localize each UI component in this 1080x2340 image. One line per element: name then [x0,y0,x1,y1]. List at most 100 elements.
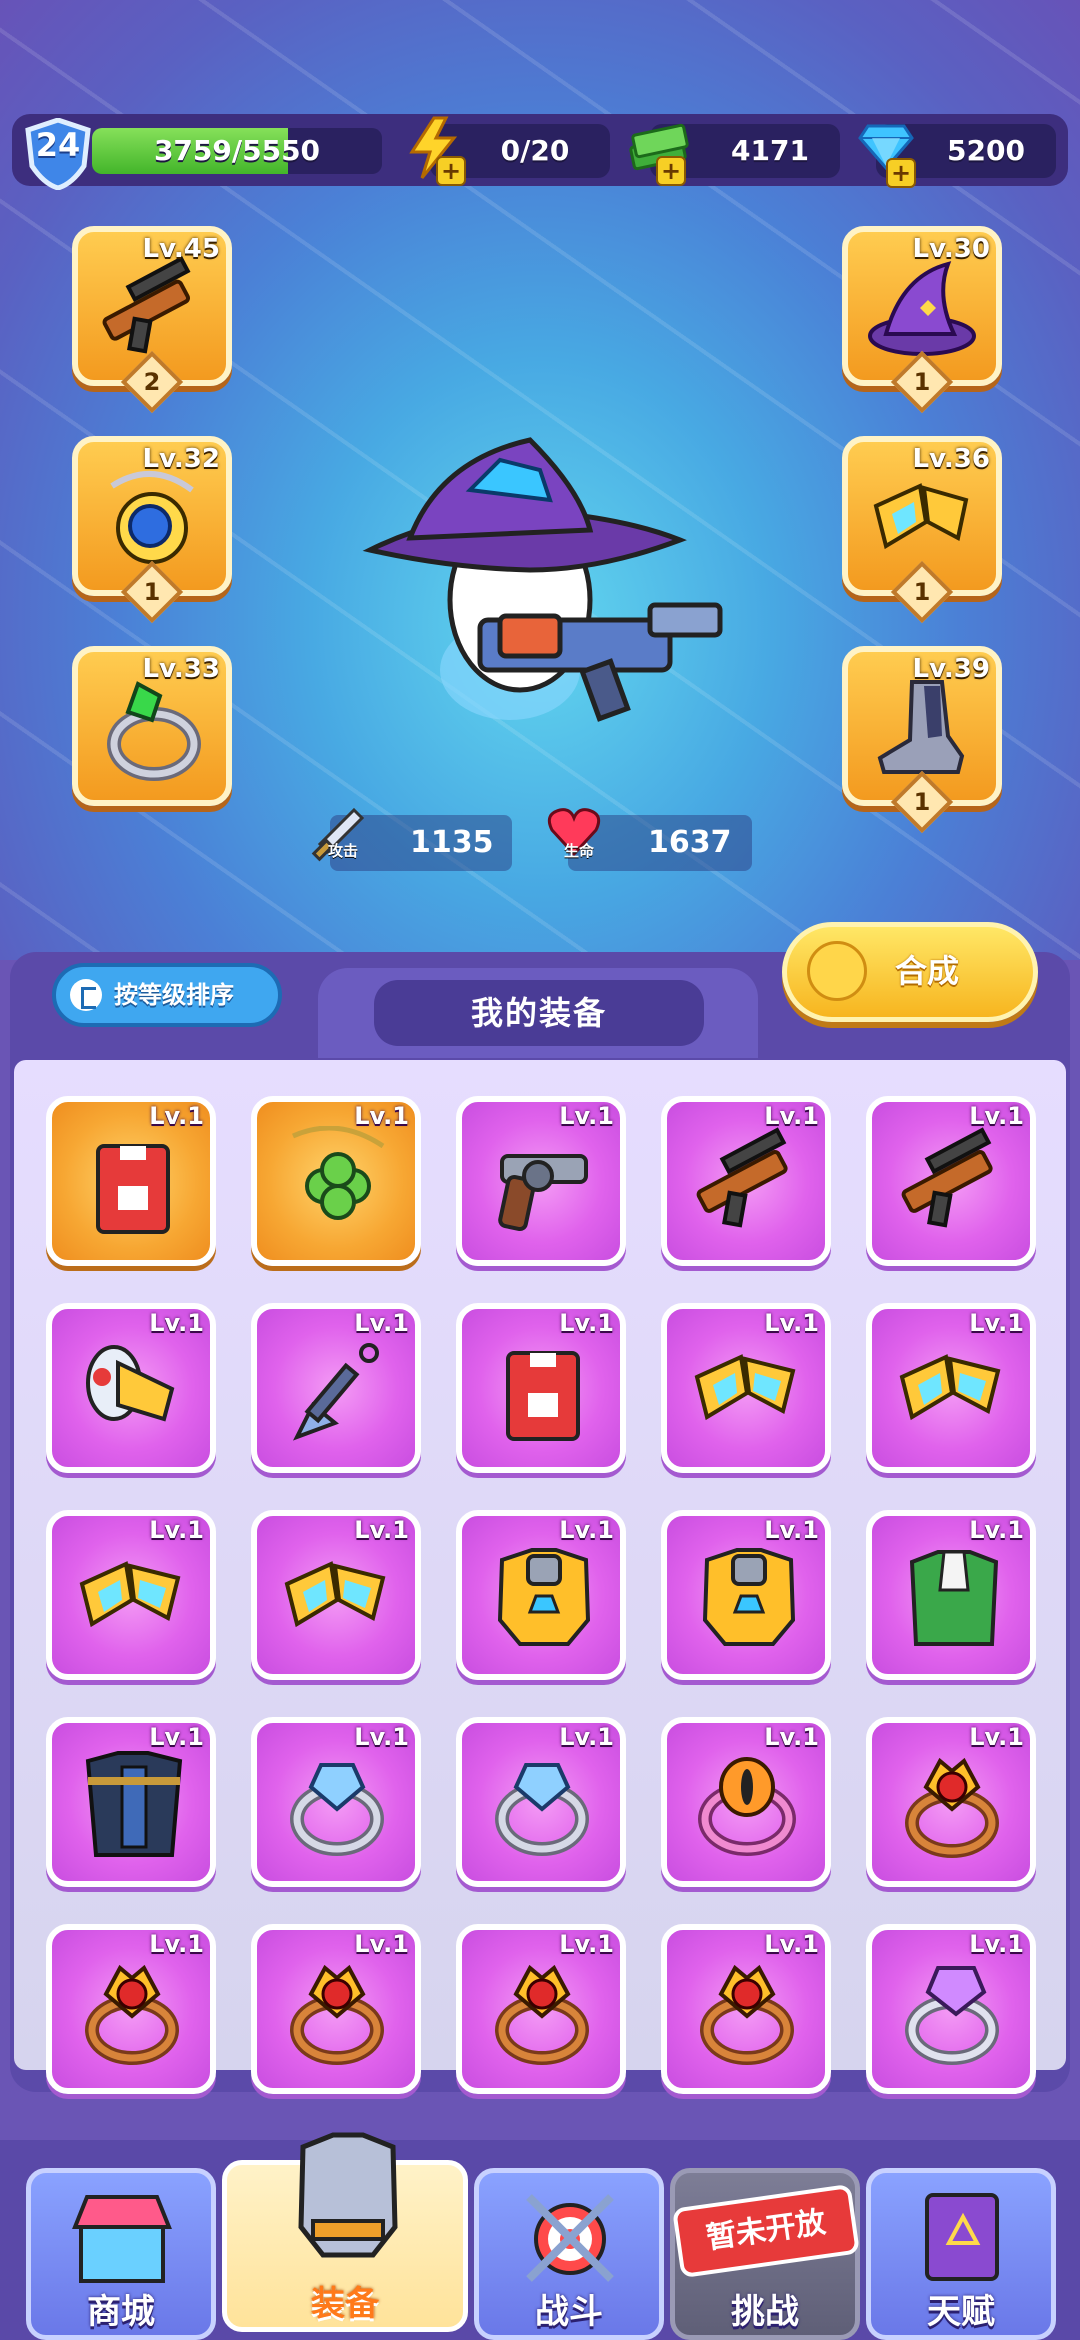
item-level: Lv.1 [559,1930,614,1958]
slot-level: Lv.39 [912,654,990,684]
player-level: 24 [35,126,81,164]
health-badge: 生命 [546,806,606,876]
nav-shop-label: 商城 [87,2292,155,2332]
inventory-item[interactable]: Lv.1 [251,1924,421,2094]
gem-add-button[interactable]: + [858,122,928,192]
shop-icon [72,2195,172,2283]
ruby-ring-icon [290,1964,384,2065]
item-level: Lv.1 [354,1930,409,1958]
inventory-item[interactable]: Lv.1 [251,1510,421,1680]
slot-level: Lv.30 [912,234,990,264]
inventory-item[interactable]: Lv.1 [866,1510,1036,1680]
slot-level: Lv.32 [142,444,220,474]
inventory-item[interactable]: Lv.1 [456,1717,626,1887]
revolver-icon [498,1154,588,1232]
item-level: Lv.1 [354,1102,409,1130]
item-level: Lv.1 [764,1930,819,1958]
inventory-item[interactable]: Lv.1 [46,1510,216,1680]
equip-slot-hat[interactable]: Lv.30 1 [842,226,1002,414]
inventory-item[interactable]: Lv.1 [661,1096,831,1266]
kunai-icon [292,1343,379,1441]
rifle-icon [696,1127,788,1228]
player-level-badge[interactable]: 24 [22,117,94,191]
rifle-icon [102,256,191,354]
inventory-item[interactable]: Lv.1 [456,1303,626,1473]
xp-bar: 3759/5550 [92,128,382,174]
item-level: Lv.1 [354,1723,409,1751]
plus-icon: + [656,156,686,186]
attack-label: 攻击 [328,842,359,860]
inventory-item[interactable]: Lv.1 [661,1303,831,1473]
inventory-item[interactable]: Lv.1 [46,1717,216,1887]
inventory-item[interactable]: Lv.1 [456,1510,626,1680]
inventory-item[interactable]: Lv.1 [866,1717,1036,1887]
target-icon [526,2194,614,2282]
amulet-icon [110,471,194,564]
merge-button[interactable]: 合成 [782,922,1038,1022]
inventory-item[interactable]: Lv.1 [661,1510,831,1680]
hero-character[interactable] [350,420,790,750]
item-level: Lv.1 [764,1723,819,1751]
inventory-item[interactable]: Lv.1 [251,1717,421,1887]
gem-value: 5200 [947,134,1025,167]
nav-talent-label: 天赋 [927,2292,995,2332]
attack-value: 1135 [410,825,494,860]
inventory-item[interactable]: Lv.1 [251,1303,421,1473]
equip-slot-goggles[interactable]: Lv.36 1 [842,436,1002,624]
inventory-item[interactable]: Lv.1 [456,1096,626,1266]
plus-icon: + [886,158,916,188]
goggles-icon [79,1561,181,1628]
nav-equipment[interactable]: 装备 [222,2132,468,2332]
amethyst-ring-icon [905,1966,999,2065]
armor-icon [497,1548,591,1646]
wizard-hat-icon [868,261,976,356]
nav-battle[interactable]: 战斗 [474,2168,664,2340]
energy-value: 0/20 [500,134,570,167]
xp-text: 3759/5550 [153,134,321,167]
merge-label: 合成 [895,952,960,990]
inventory-item[interactable]: Lv.1 [46,1096,216,1266]
ruby-ring-icon [495,1964,589,2065]
clover-necklace-icon [291,1126,385,1220]
item-level: Lv.1 [149,1309,204,1337]
item-level: Lv.1 [149,1102,204,1130]
item-level: Lv.1 [764,1309,819,1337]
item-level: Lv.1 [149,1930,204,1958]
inventory-item[interactable]: Lv.1 [661,1924,831,2094]
equip-slot-boots[interactable]: Lv.39 1 [842,646,1002,834]
jersey-icon [506,1351,580,1441]
nav-equipment-label: 装备 [311,2284,379,2324]
nav-shop[interactable]: 商城 [26,2168,216,2340]
inventory-item[interactable]: Lv.1 [866,1303,1036,1473]
item-level: Lv.1 [559,1309,614,1337]
nav-talent[interactable]: 天赋 [866,2168,1056,2340]
equip-slot-necklace[interactable]: Lv.32 1 [72,436,232,624]
item-level: Lv.1 [764,1516,819,1544]
item-level: Lv.1 [149,1723,204,1751]
inventory-item[interactable]: Lv.1 [251,1096,421,1266]
cash-add-button[interactable]: + [628,116,698,186]
ruby-ring-icon [700,1964,794,2065]
item-level: Lv.1 [354,1309,409,1337]
inventory-item[interactable]: Lv.1 [46,1303,216,1473]
equip-slot-ring[interactable]: Lv.33 [72,646,232,806]
inventory-item[interactable]: Lv.1 [46,1924,216,2094]
crystal-ring-icon [290,1763,384,1856]
slot-level: Lv.45 [142,234,220,264]
health-label: 生命 [564,842,595,860]
nav-battle-label: 战斗 [535,2292,603,2332]
inventory-item[interactable]: Lv.1 [866,1096,1036,1266]
inventory-item[interactable]: Lv.1 [866,1924,1036,2094]
ring-icon [107,681,201,781]
inventory-item[interactable]: Lv.1 [661,1717,831,1887]
item-level: Lv.1 [559,1102,614,1130]
sort-by-level-button[interactable]: 按等级排序 [52,963,282,1027]
equip-slot-weapon[interactable]: Lv.45 2 [72,226,232,414]
item-level: Lv.1 [969,1723,1024,1751]
eye-ring-icon [698,1757,796,1856]
energy-add-button[interactable]: + [404,116,466,186]
ruby-ring-icon [85,1964,179,2065]
armor-icon [298,2132,398,2258]
green-coat-icon [909,1550,999,1646]
inventory-item[interactable]: Lv.1 [456,1924,626,2094]
